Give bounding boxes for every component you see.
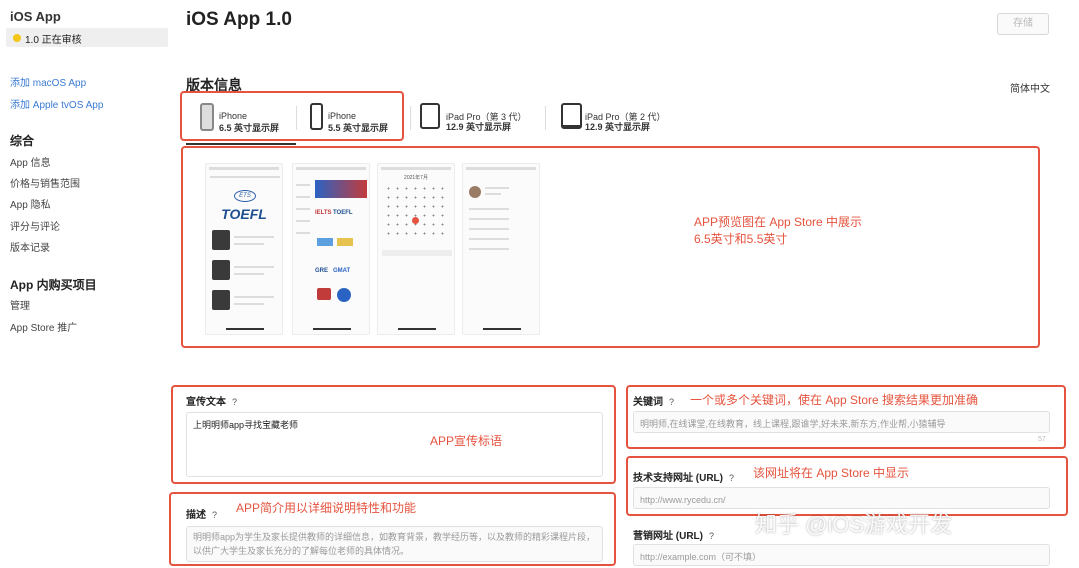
marketing-url-input[interactable]: http://example.com（可不填） — [633, 544, 1050, 566]
sidebar-item-pricing[interactable]: 价格与销售范围 — [10, 175, 80, 190]
ipad-pro-3-icon — [420, 103, 440, 129]
preview-annotation-line2: 6.5英寸和5.5英寸 — [694, 232, 788, 246]
marketing-url-placeholder: http://example.com（可不填） — [640, 552, 762, 562]
screenshot-4[interactable] — [462, 163, 540, 335]
tab-divider — [545, 106, 546, 130]
tab-ipad-pro-2[interactable]: iPad Pro（第 2 代） 12.9 英寸显示屏 — [560, 101, 685, 135]
teacher-photo — [212, 260, 230, 280]
keywords-placeholder: 明明师,在线课堂,在线教育，线上课程,跟谁学,好未来,新东方,作业帮,小猿辅导 — [640, 419, 946, 429]
support-url-annotation: 该网址将在 App Store 中显示 — [753, 466, 910, 480]
status-dot-icon — [13, 34, 21, 42]
sidebar-item-privacy[interactable]: App 隐私 — [10, 196, 51, 211]
device-size: 12.9 英寸显示屏 — [585, 122, 651, 132]
promo-text-value: 上明明师app寻找宝藏老师 — [193, 420, 299, 430]
help-icon[interactable]: ? — [212, 510, 217, 520]
screenshot-1[interactable]: ETS TOEFL — [205, 163, 283, 335]
ielts-logo: IELTS — [315, 210, 332, 216]
gre-logo: GRE — [315, 268, 329, 274]
screenshot-3[interactable]: 2021年7月 — [377, 163, 455, 335]
version-status-label: 1.0 正在审核 — [25, 35, 82, 46]
add-macos-app-link[interactable]: 添加 macOS App — [10, 74, 86, 89]
sidebar-section-iap: App 内购买项目 — [10, 278, 97, 292]
tab-divider — [410, 106, 411, 130]
help-icon[interactable]: ? — [669, 397, 674, 407]
support-url-placeholder: http://www.rycedu.cn/ — [640, 495, 726, 505]
tab-ipad-pro-3[interactable]: iPad Pro（第 3 代） 12.9 英寸显示屏 — [419, 101, 539, 135]
selected-date — [412, 217, 419, 224]
watermark: 知乎 @iOS游戏开发 — [755, 512, 953, 537]
ets-logo: ETS — [234, 190, 256, 202]
banner-image — [315, 180, 367, 198]
promo-label: 宣传文本? — [186, 393, 237, 408]
screenshot-2[interactable]: IELTS TOEFL GRE GMAT — [292, 163, 370, 335]
course-tile — [317, 288, 331, 300]
help-icon[interactable]: ? — [729, 473, 734, 483]
app-name: iOS App — [10, 9, 61, 24]
sidebar-item-version-history[interactable]: 版本记录 — [10, 239, 50, 254]
teacher-photo — [212, 230, 230, 250]
sidebar-item-app-info[interactable]: App 信息 — [10, 154, 51, 169]
help-icon[interactable]: ? — [709, 531, 714, 541]
support-url-label: 技术支持网址 (URL)? — [633, 469, 734, 484]
sidebar-item-ratings[interactable]: 评分与评论 — [10, 218, 60, 233]
preview-annotation-line1: APP预览图在 App Store 中展示 — [694, 215, 863, 229]
description-annotation: APP简介用以详细说明特性和功能 — [236, 501, 417, 515]
course-tile — [337, 238, 353, 246]
support-url-label-text: 技术支持网址 (URL) — [633, 473, 723, 484]
course-tile — [317, 238, 333, 246]
marketing-url-label: 营销网址 (URL)? — [633, 527, 714, 542]
page-title: iOS App 1.0 — [186, 9, 292, 30]
calendar-grid — [384, 184, 450, 240]
active-tab-indicator — [186, 143, 296, 145]
language-selector[interactable]: 简体中文 — [1010, 80, 1050, 95]
sidebar: iOS App 1.0 正在审核 添加 macOS App 添加 Apple t… — [0, 0, 170, 568]
sidebar-item-promotion[interactable]: App Store 推广 — [10, 319, 77, 334]
support-url-input[interactable]: http://www.rycedu.cn/ — [633, 487, 1050, 509]
avatar — [469, 186, 481, 198]
description-label-text: 描述 — [186, 510, 206, 521]
gmat-logo: GMAT — [333, 268, 351, 274]
description-input[interactable]: 明明师app为学生及家长提供教师的详细信息，如教育背景，教学经历等，以及教师的精… — [186, 526, 603, 562]
keywords-label: 关键词? — [633, 393, 674, 408]
calendar-title: 2021年7月 — [404, 175, 428, 181]
keywords-input[interactable]: 明明师,在线课堂,在线教育，线上课程,跟谁学,好未来,新东方,作业帮,小猿辅导 — [633, 411, 1050, 433]
keywords-annotation: 一个或多个关键词，使在 App Store 搜索结果更加准确 — [690, 393, 979, 407]
add-tvos-app-link[interactable]: 添加 Apple tvOS App — [10, 96, 103, 111]
sidebar-section-general: 综合 — [10, 134, 35, 148]
toefl-logo: TOEFL — [221, 206, 267, 222]
promo-label-text: 宣传文本 — [186, 397, 226, 408]
device-size: 12.9 英寸显示屏 — [446, 122, 512, 132]
promo-annotation: APP宣传标语 — [430, 434, 503, 448]
promo-text-input[interactable]: 上明明师app寻找宝藏老师 — [186, 412, 603, 477]
teacher-photo — [212, 290, 230, 310]
sidebar-item-manage[interactable]: 管理 — [10, 297, 30, 312]
save-button[interactable]: 存储 — [997, 13, 1049, 35]
description-placeholder: 明明师app为学生及家长提供教师的详细信息，如教育背景，教学经历等，以及教师的精… — [193, 532, 596, 556]
ipad-pro-2-icon — [561, 103, 582, 129]
device-tabs-highlight — [180, 91, 404, 141]
help-icon[interactable]: ? — [232, 397, 237, 407]
version-status-item[interactable]: 1.0 正在审核 — [6, 28, 168, 47]
marketing-url-label-text: 营销网址 (URL) — [633, 531, 703, 542]
course-tile — [337, 288, 351, 302]
keywords-counter: 57 — [1038, 436, 1046, 443]
keywords-label-text: 关键词 — [633, 397, 663, 408]
toefl-small-logo: TOEFL — [333, 210, 353, 216]
description-label: 描述? — [186, 506, 217, 521]
